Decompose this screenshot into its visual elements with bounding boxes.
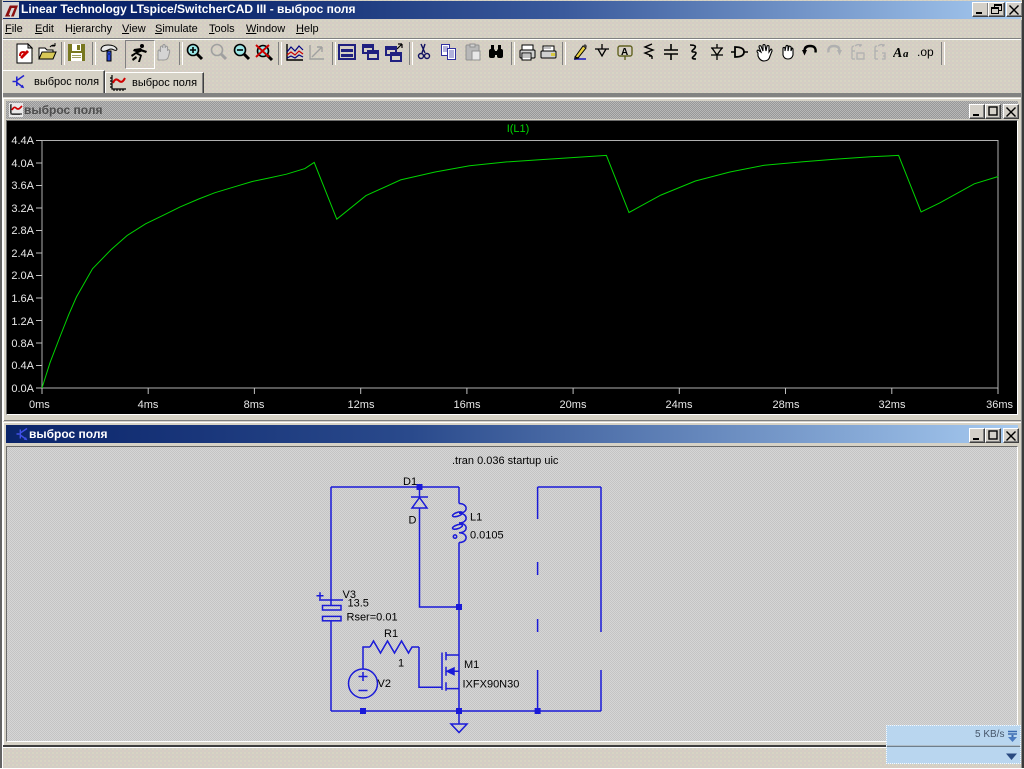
svg-text:4ms: 4ms: [138, 399, 159, 411]
svg-text:0.0A: 0.0A: [11, 383, 34, 395]
svg-text:.tran 0.036 startup uic: .tran 0.036 startup uic: [452, 455, 559, 467]
svg-text:M1: M1: [464, 659, 479, 671]
svg-text:2.8A: 2.8A: [11, 225, 34, 237]
svg-text:D1: D1: [403, 476, 417, 488]
svg-text:V2: V2: [378, 678, 391, 690]
svg-text:0.0105: 0.0105: [470, 530, 504, 542]
svg-text:32ms: 32ms: [879, 399, 906, 411]
svg-text:4.4A: 4.4A: [11, 135, 34, 147]
svg-text:A: A: [893, 46, 902, 61]
svg-text:D: D: [409, 515, 417, 527]
svg-text:13.5: 13.5: [348, 598, 369, 610]
svg-text:2.0A: 2.0A: [11, 270, 34, 282]
svg-text:1.2A: 1.2A: [11, 316, 34, 328]
svg-text:12ms: 12ms: [348, 399, 375, 411]
svg-text:a: a: [903, 48, 909, 60]
svg-text:2.4A: 2.4A: [11, 248, 34, 260]
svg-text:8ms: 8ms: [244, 399, 265, 411]
svg-text:36ms: 36ms: [986, 399, 1013, 411]
svg-text:0.8A: 0.8A: [11, 338, 34, 350]
svg-text:3.6A: 3.6A: [11, 180, 34, 192]
svg-text:1: 1: [398, 658, 404, 670]
svg-text:24ms: 24ms: [666, 399, 693, 411]
svg-text:1.6A: 1.6A: [11, 293, 34, 305]
svg-text:L1: L1: [470, 512, 482, 524]
svg-text:R1: R1: [384, 628, 398, 640]
svg-text:28ms: 28ms: [773, 399, 800, 411]
svg-text:.op: .op: [917, 45, 934, 59]
svg-text:I(L1): I(L1): [507, 123, 530, 135]
svg-text:0.4A: 0.4A: [11, 360, 34, 372]
svg-text:0ms: 0ms: [29, 399, 50, 411]
svg-text:Rser=0.01: Rser=0.01: [347, 612, 398, 624]
svg-text:20ms: 20ms: [560, 399, 587, 411]
svg-text:IXFX90N30: IXFX90N30: [463, 679, 520, 691]
svg-text:16ms: 16ms: [454, 399, 481, 411]
svg-text:3.2A: 3.2A: [11, 203, 34, 215]
svg-text:4.0A: 4.0A: [11, 158, 34, 170]
